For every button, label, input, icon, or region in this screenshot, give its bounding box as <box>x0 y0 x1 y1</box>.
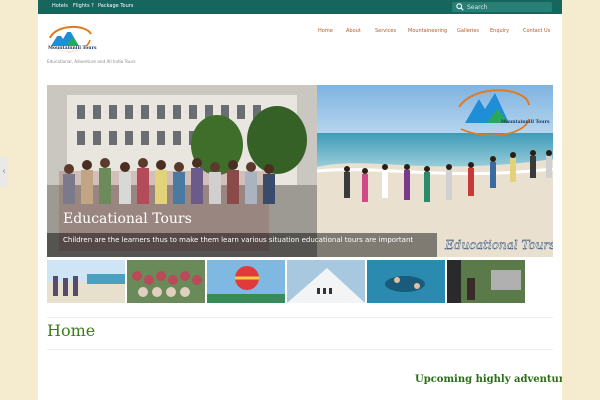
top-nav-flights[interactable]: Flights ? <box>73 3 94 9</box>
top-bar: Hotels Flights ? Package Tours <box>38 0 562 14</box>
search-box[interactable] <box>452 2 552 12</box>
thumbnail-1[interactable] <box>47 260 125 303</box>
upcoming-heading: Upcoming highly adventurous d <box>415 374 562 385</box>
top-nav-hotels[interactable]: Hotels <box>52 3 68 9</box>
slide-title: Educational Tours <box>63 211 192 227</box>
nav-mountaineering[interactable]: Mountaineering <box>408 28 447 34</box>
logo-text: Mountainnill Tours <box>48 46 97 51</box>
thumbnail-5[interactable] <box>367 260 445 303</box>
chevron-left-icon[interactable]: ‹ <box>2 166 6 177</box>
nav-services[interactable]: Services <box>375 28 396 34</box>
top-nav-package-tours[interactable]: Package Tours <box>98 3 133 9</box>
thumbnail-6[interactable] <box>447 260 525 303</box>
nav-galleries[interactable]: Galleries <box>457 28 479 34</box>
search-input[interactable] <box>467 2 549 12</box>
page-title: Home <box>47 321 96 340</box>
thumbnail-3[interactable] <box>207 260 285 303</box>
divider-top <box>47 317 553 318</box>
search-icon[interactable] <box>456 3 464 11</box>
site-logo[interactable] <box>46 24 94 56</box>
slide-caption: Children are the learners thus to make t… <box>63 236 414 244</box>
nav-about[interactable]: About <box>346 28 361 34</box>
slide-image: Educational Tours <box>47 85 553 257</box>
site-tagline: Educational, Adventure and All India Tou… <box>47 59 136 64</box>
thumbnail-4[interactable] <box>287 260 365 303</box>
slider-prev-button[interactable]: ‹ <box>0 157 8 187</box>
divider-bottom <box>47 349 553 350</box>
slide-watermark: Educational Tours <box>444 238 553 252</box>
thumbnail-2[interactable] <box>127 260 205 303</box>
hero-slider[interactable]: Educational Tours <box>47 85 553 257</box>
page-container: Hotels Flights ? Package Tours Mountainn… <box>38 0 562 400</box>
nav-enquiry[interactable]: Enquiry <box>490 28 509 34</box>
nav-home[interactable]: Home <box>318 28 333 34</box>
nav-contact-us[interactable]: Contact Us <box>523 28 550 34</box>
slide-logo-text: Mountainnill Tours <box>501 120 550 125</box>
